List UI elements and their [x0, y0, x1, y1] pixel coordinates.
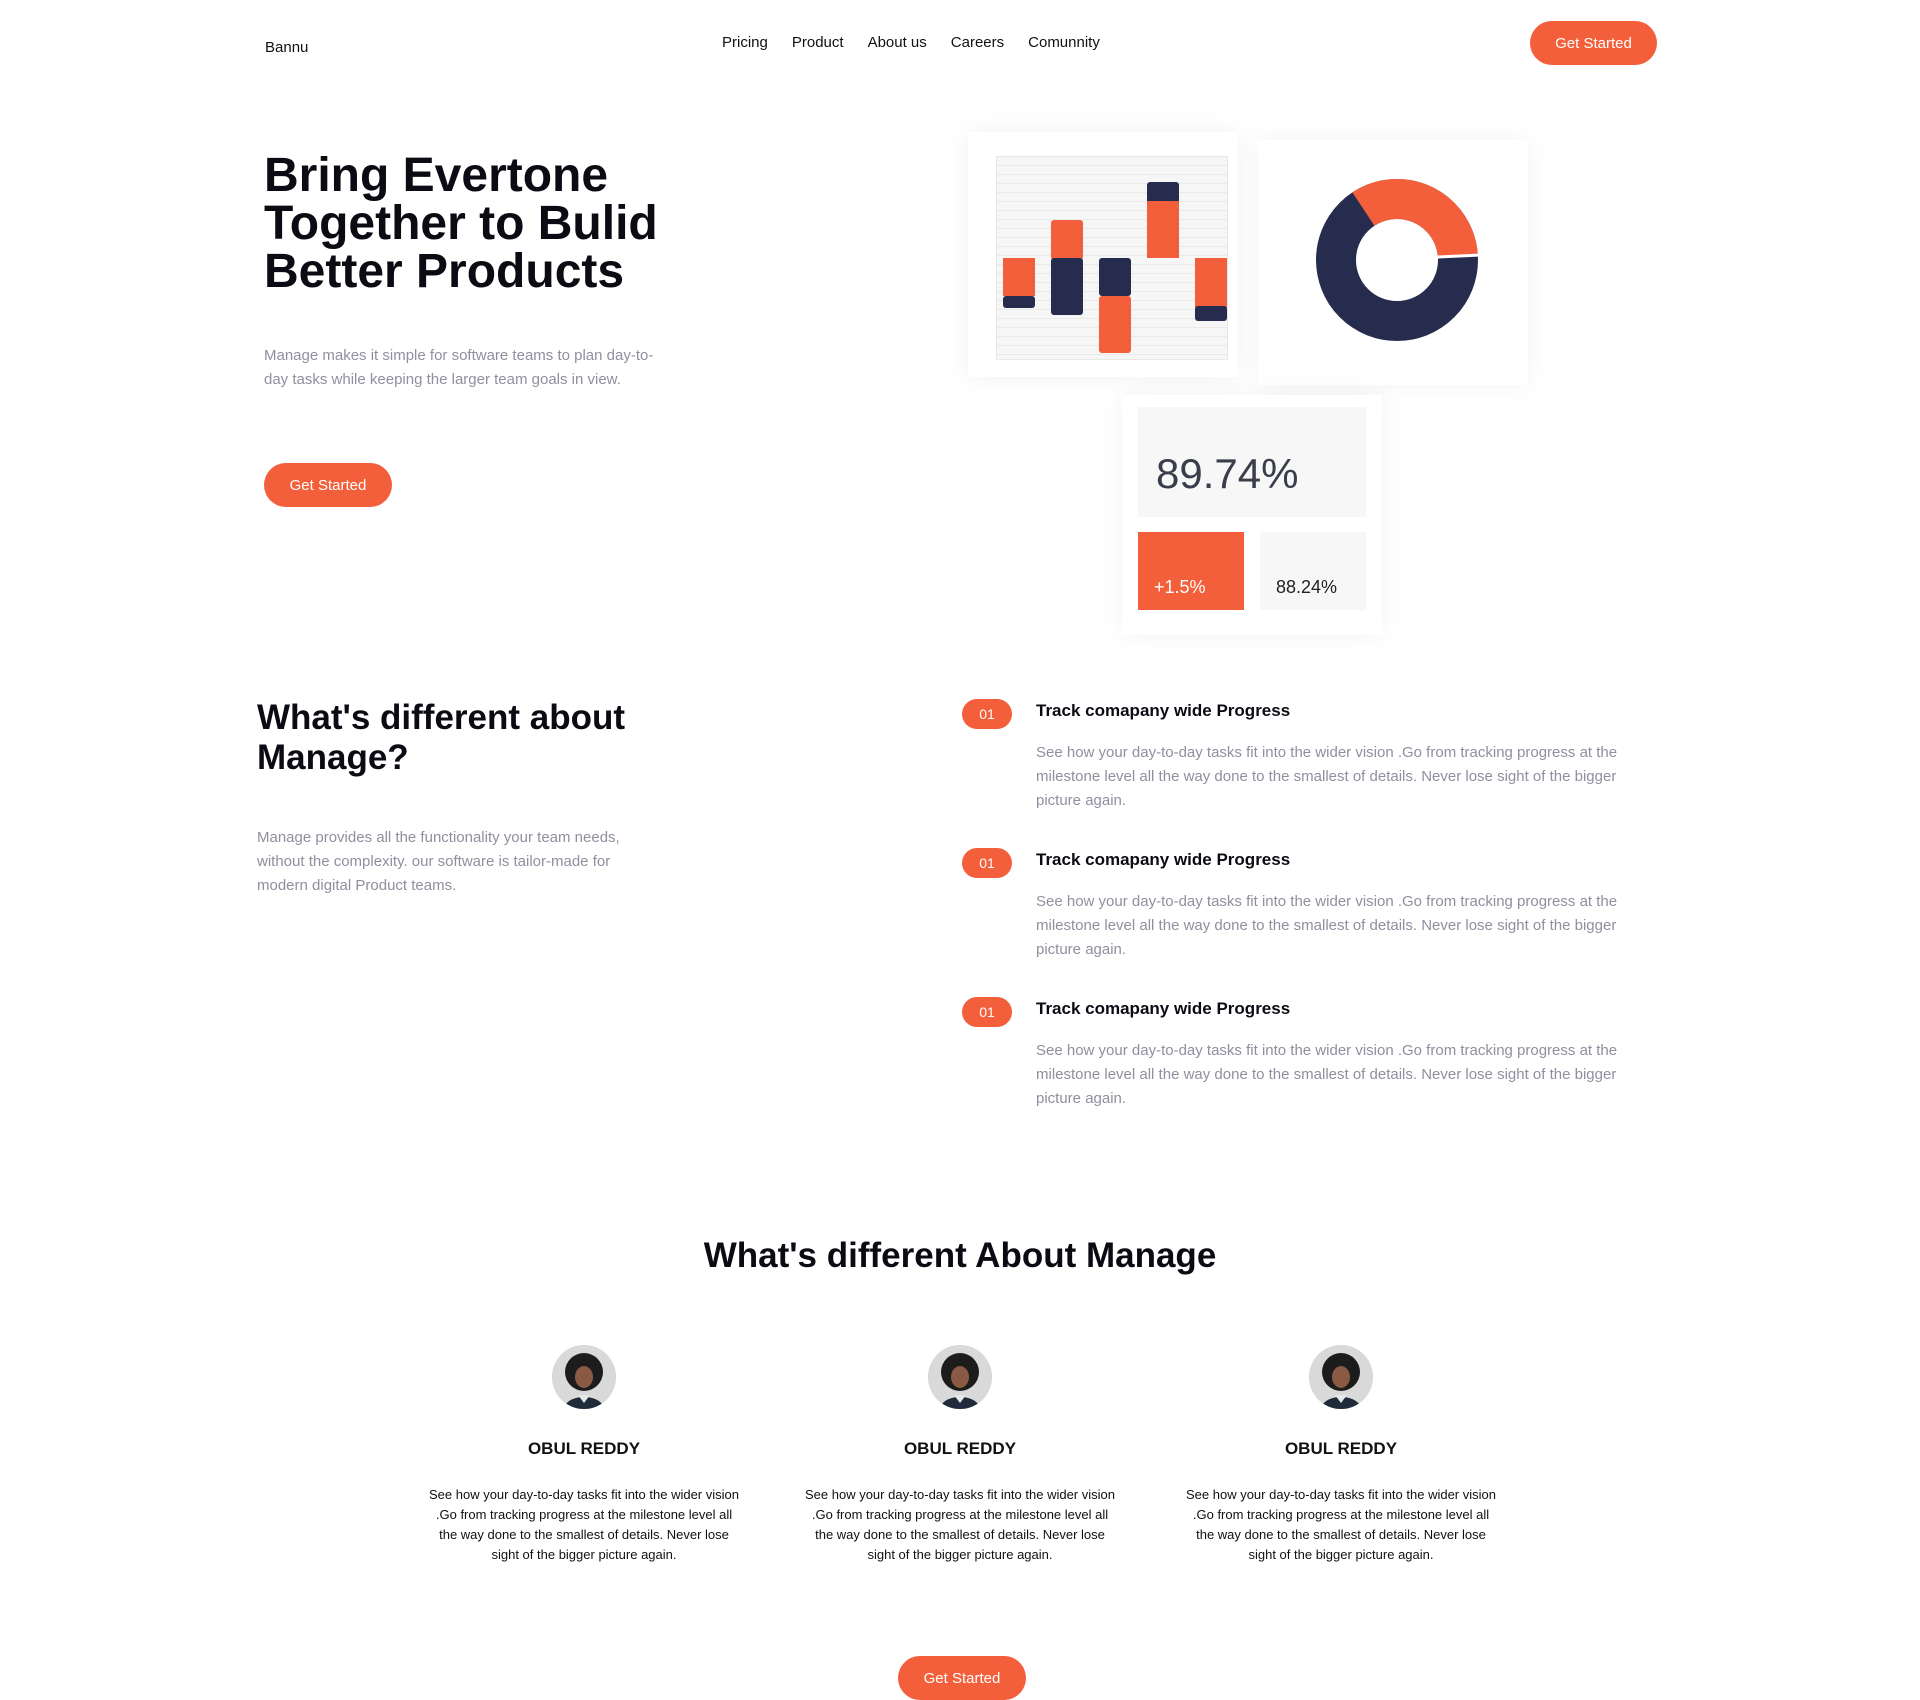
bar-1-orange: [1003, 258, 1035, 296]
bar-2-navy: [1051, 258, 1083, 315]
feature-number-badge: 01: [962, 848, 1012, 878]
hero-title: Bring Evertone Together to Bulid Better …: [264, 149, 658, 298]
feature-title: Track comapany wide Progress: [1036, 701, 1291, 720]
nav-pricing[interactable]: Pricing: [722, 34, 768, 51]
person-icon: [552, 1345, 616, 1409]
main-nav: Pricing Product About us Careers Comunni…: [722, 34, 1124, 51]
logo[interactable]: Bannu: [265, 39, 308, 56]
feature-text: See how your day-to-day tasks fit into t…: [1036, 893, 1618, 958]
testimonial-card: OBUL REDDY See how your day-to-day tasks…: [1186, 1345, 1496, 1595]
testimonial-name: OBUL REDDY: [903, 1439, 1017, 1458]
testimonial-text: See how your day-to-day tasks fit into t…: [1186, 1487, 1496, 1562]
testimonial-name: OBUL REDDY: [527, 1439, 641, 1458]
bar-3-navy: [1099, 258, 1131, 296]
bar-3-orange: [1099, 296, 1131, 353]
bar-4-orange: [1147, 201, 1179, 258]
nav-community[interactable]: Comunnity: [1028, 34, 1100, 51]
bottom-get-started-button[interactable]: Get Started: [898, 1656, 1026, 1700]
feature-text: See how your day-to-day tasks fit into t…: [1036, 1042, 1618, 1107]
nav-about-us[interactable]: About us: [868, 34, 927, 51]
change-stat-value: +1.5%: [1138, 532, 1244, 610]
testimonial-name: OBUL REDDY: [1284, 1439, 1398, 1458]
feature-text: See how your day-to-day tasks fit into t…: [1036, 744, 1618, 809]
donut-orange-segment: [1352, 179, 1478, 259]
nav-product[interactable]: Product: [792, 34, 844, 51]
person-icon: [1309, 1345, 1373, 1409]
testimonial-text: See how your day-to-day tasks fit into t…: [429, 1487, 739, 1562]
person-icon: [928, 1345, 992, 1409]
donut-chart-illustration: [1316, 179, 1481, 341]
main-stat-value: 89.74%: [1138, 407, 1366, 517]
bar-chart-illustration: [1003, 182, 1227, 353]
feature-item: 01 Track comapany wide Progress See how …: [962, 848, 1662, 968]
avatar: [928, 1345, 992, 1409]
feature-number-badge: 01: [962, 997, 1012, 1027]
avatar: [552, 1345, 616, 1409]
section-features-description: Manage provides all the functionality yo…: [257, 829, 620, 894]
testimonial-text: See how your day-to-day tasks fit into t…: [805, 1487, 1115, 1562]
section-testimonials-title: What's different About Manage: [703, 1236, 1217, 1275]
feature-item: 01 Track comapany wide Progress See how …: [962, 699, 1662, 819]
header-get-started-button[interactable]: Get Started: [1530, 21, 1657, 65]
bar-5-navy: [1195, 306, 1227, 321]
hero-description: Manage makes it simple for software team…: [264, 347, 654, 388]
bar-1-navy: [1003, 296, 1035, 308]
hero-get-started-button[interactable]: Get Started: [264, 463, 392, 507]
section-features-title: What's different about Manage?: [257, 698, 626, 777]
bar-5-orange: [1195, 258, 1227, 308]
feature-title: Track comapany wide Progress: [1036, 999, 1291, 1018]
bar-2-orange: [1051, 220, 1083, 260]
avatar: [1309, 1345, 1373, 1409]
feature-number-badge: 01: [962, 699, 1012, 729]
feature-title: Track comapany wide Progress: [1036, 850, 1291, 869]
feature-item: 01 Track comapany wide Progress See how …: [962, 997, 1662, 1117]
nav-careers[interactable]: Careers: [951, 34, 1004, 51]
testimonial-card: OBUL REDDY See how your day-to-day tasks…: [429, 1345, 739, 1595]
secondary-stat-value: 88.24%: [1260, 532, 1366, 610]
testimonial-card: OBUL REDDY See how your day-to-day tasks…: [805, 1345, 1115, 1595]
